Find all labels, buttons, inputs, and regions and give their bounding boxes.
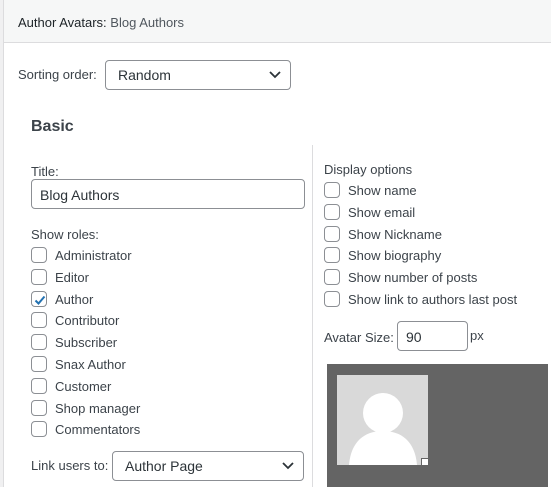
resize-handle[interactable] — [421, 458, 429, 466]
user-silhouette-icon — [337, 375, 428, 465]
checkbox[interactable] — [324, 247, 340, 264]
avatar-size-input[interactable]: 90 — [397, 321, 468, 351]
checkbox-label: Customer — [55, 378, 112, 394]
checkbox[interactable] — [324, 203, 340, 220]
widget-panel: Author Avatars: Blog Authors Sorting ord… — [3, 0, 551, 487]
avatar-size-value: 90 — [406, 329, 422, 345]
checkbox-label: Shop manager — [55, 400, 141, 416]
checkbox-label: Show link to authors last post — [348, 292, 518, 307]
sorting-order-select[interactable]: Random — [105, 60, 291, 90]
link-users-value: Author Page — [125, 458, 203, 474]
checkbox[interactable] — [324, 269, 340, 286]
checkbox[interactable] — [31, 399, 47, 416]
widget-title: Author Avatars: Blog Authors — [18, 15, 184, 30]
checkbox-label: Editor — [55, 269, 89, 285]
link-users-label: Link users to: — [31, 458, 109, 473]
checkbox-label: Contributor — [55, 313, 120, 329]
widget-title-main: Author Avatars: — [18, 15, 107, 30]
checkbox[interactable] — [31, 290, 47, 307]
checkbox-label: Snax Author — [55, 357, 126, 372]
avatar-size-unit: px — [470, 328, 484, 343]
title-field-label: Title: — [31, 164, 59, 179]
checkbox[interactable] — [31, 334, 47, 351]
checkbox-label: Commentators — [55, 422, 141, 438]
checkmark-icon — [34, 295, 46, 305]
chevron-down-icon — [282, 462, 294, 470]
chevron-down-icon — [269, 71, 281, 79]
checkbox-label: Show number of posts — [348, 270, 478, 286]
checkbox-label: Author — [55, 291, 94, 307]
link-users-select[interactable]: Author Page — [112, 451, 304, 481]
sorting-order-value: Random — [118, 67, 171, 83]
column-divider — [312, 145, 313, 487]
checkbox[interactable] — [31, 377, 47, 394]
show-roles-label: Show roles: — [31, 227, 99, 242]
checkbox-label: Show Nickname — [348, 226, 442, 242]
checkbox-label: Show name — [348, 183, 417, 198]
checkbox[interactable] — [31, 312, 47, 329]
avatar-preview — [327, 364, 548, 487]
basic-section-title: Basic — [31, 118, 74, 135]
checkbox[interactable] — [31, 421, 47, 438]
avatar-size-label: Avatar Size: — [324, 330, 394, 345]
checkbox-label: Subscriber — [55, 335, 118, 351]
widget-header[interactable]: Author Avatars: Blog Authors — [4, 0, 551, 43]
title-input-value: Blog Authors — [40, 187, 120, 203]
display-options-label: Display options — [324, 162, 413, 177]
checkbox-label: Show biography — [348, 248, 442, 264]
checkbox[interactable] — [31, 268, 47, 285]
checkbox[interactable] — [31, 356, 47, 372]
title-input[interactable]: Blog Authors — [31, 179, 305, 209]
widget-title-sub: Blog Authors — [110, 15, 184, 30]
checkbox[interactable] — [31, 247, 47, 263]
checkbox-label: Administrator — [55, 248, 132, 263]
checkbox[interactable] — [324, 225, 340, 242]
sorting-order-label: Sorting order: — [18, 67, 97, 82]
checkbox-label: Show email — [348, 204, 416, 220]
checkbox[interactable] — [324, 291, 340, 307]
checkbox[interactable] — [324, 182, 340, 198]
